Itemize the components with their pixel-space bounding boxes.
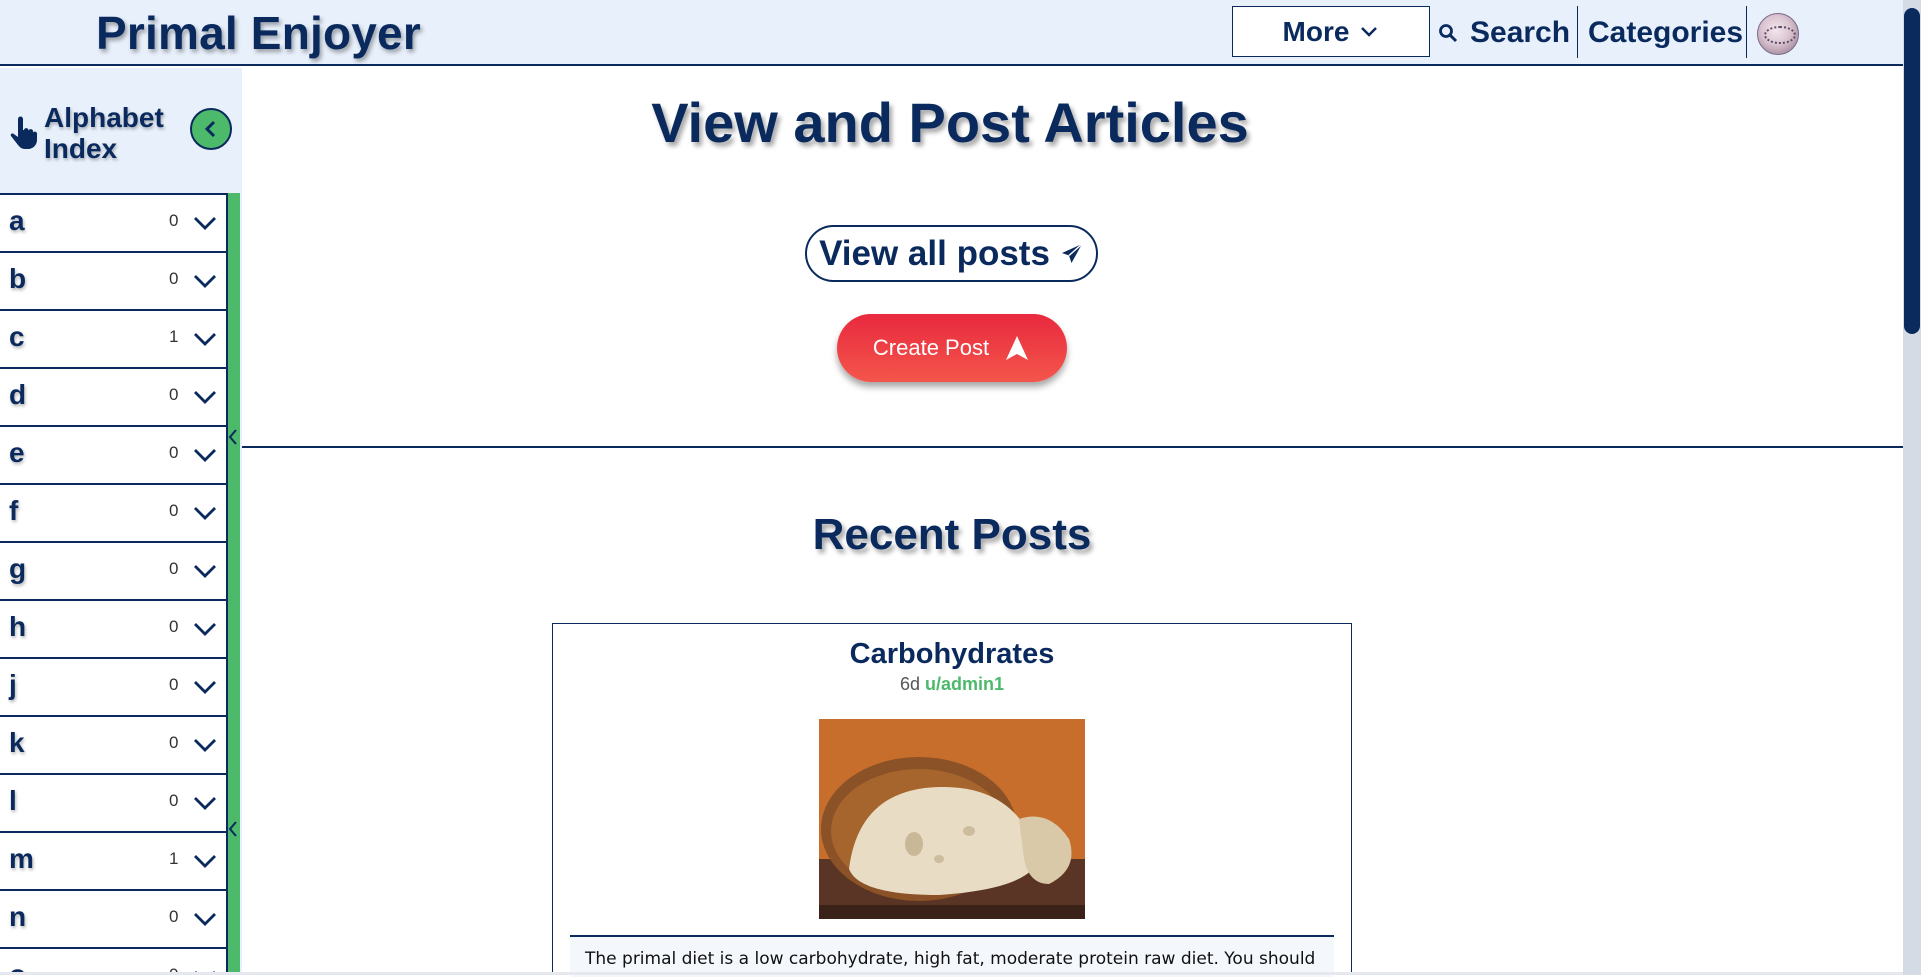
sidebar-item-letter: n: [9, 901, 27, 932]
user-avatar[interactable]: [1757, 13, 1799, 55]
sidebar-item-letter: a: [9, 205, 25, 236]
collapse-sidebar-button[interactable]: [190, 108, 232, 150]
sidebar-item-a[interactable]: a0: [0, 193, 226, 251]
sidebar-item-f[interactable]: f0: [0, 483, 226, 541]
sidebar-item-letter: d: [9, 379, 27, 410]
recent-posts-heading: Recent Posts: [812, 510, 1092, 559]
more-dropdown-button[interactable]: More: [1232, 6, 1430, 57]
bread-image: [819, 719, 1085, 919]
sidebar-item-letter: h: [9, 611, 27, 642]
sidebar-item-count: 0: [169, 559, 179, 578]
hand-pointer-icon: [10, 116, 37, 149]
sidebar-item-o[interactable]: o0: [0, 947, 226, 975]
sidebar-item-k[interactable]: k0: [0, 715, 226, 773]
chevron-left-icon[interactable]: [227, 428, 239, 446]
chevron-down-icon[interactable]: [192, 619, 218, 639]
post-age: 6d: [899, 674, 920, 694]
create-post-label: Create Post: [872, 335, 990, 360]
nav-divider: [1577, 6, 1578, 58]
post-card[interactable]: Carbohydrates 6d u/admin1 The primal die…: [552, 623, 1352, 977]
sidebar-item-letter: g: [9, 553, 27, 584]
chevron-left-icon: [204, 120, 216, 138]
chevron-down-icon[interactable]: [192, 329, 218, 349]
sidebar-item-e[interactable]: e0: [0, 425, 226, 483]
post-title[interactable]: Carbohydrates: [553, 638, 1351, 671]
post-meta: 6d u/admin1: [553, 674, 1351, 695]
sidebar-item-l[interactable]: l0: [0, 773, 226, 831]
post-thumbnail-image[interactable]: [819, 719, 1085, 919]
sidebar-item-n[interactable]: n0: [0, 889, 226, 947]
search-icon: [1439, 24, 1458, 43]
sidebar-item-count: 1: [169, 327, 179, 346]
sidebar-item-count: 0: [169, 791, 179, 810]
sidebar-item-count: 0: [169, 907, 179, 926]
site-brand[interactable]: Primal Enjoyer: [96, 6, 421, 60]
sidebar-item-count: 0: [169, 617, 179, 636]
sidebar-item-count: 0: [169, 269, 179, 288]
alphabet-sidebar: Alphabet Index a0b0c1d0e0f0g0h0j0k0l0m1n…: [0, 68, 242, 975]
chevron-down-icon[interactable]: [192, 387, 218, 407]
sidebar-item-g[interactable]: g0: [0, 541, 226, 599]
sidebar-item-count: 0: [169, 385, 179, 404]
sidebar-item-count: 0: [169, 733, 179, 752]
nav-divider: [1746, 6, 1747, 58]
top-nav-bar: Primal Enjoyer More Search Categories: [0, 0, 1903, 66]
categories-link[interactable]: Categories: [1588, 10, 1743, 56]
sidebar-item-j[interactable]: j0: [0, 657, 226, 715]
post-excerpt-box: The primal diet is a low carbohydrate, h…: [570, 937, 1334, 977]
chevron-down-icon[interactable]: [192, 445, 218, 465]
chevron-down-icon[interactable]: [192, 851, 218, 871]
create-post-button[interactable]: Create Post: [837, 314, 1067, 382]
sidebar-item-count: 0: [169, 211, 179, 230]
chevron-down-icon[interactable]: [192, 735, 218, 755]
sidebar-item-letter: l: [9, 785, 17, 816]
sidebar-header: Alphabet Index: [0, 68, 242, 193]
alphabet-list: a0b0c1d0e0f0g0h0j0k0l0m1n0o0: [0, 193, 226, 975]
sidebar-item-count: 0: [169, 443, 179, 462]
sidebar-item-letter: k: [9, 727, 25, 758]
chevron-down-icon[interactable]: [192, 213, 218, 233]
scrollbar-thumb[interactable]: [1904, 8, 1920, 334]
chevron-down-icon[interactable]: [192, 677, 218, 697]
navigation-arrow-icon: [1006, 336, 1029, 360]
more-label: More: [1282, 15, 1350, 47]
view-all-label: View all posts: [819, 233, 1050, 273]
chevron-left-icon[interactable]: [227, 820, 239, 838]
sidebar-item-b[interactable]: b0: [0, 251, 226, 309]
post-author-link[interactable]: u/admin1: [925, 674, 1004, 694]
sidebar-item-d[interactable]: d0: [0, 367, 226, 425]
section-divider: [242, 446, 1903, 448]
sidebar-title: Alphabet Index: [44, 102, 164, 164]
post-excerpt: The primal diet is a low carbohydrate, h…: [585, 949, 1316, 969]
view-all-posts-button[interactable]: View all posts: [805, 225, 1098, 282]
sidebar-item-letter: j: [9, 669, 17, 700]
chevron-down-icon: [1361, 26, 1378, 37]
sidebar-item-letter: f: [9, 495, 19, 526]
sidebar-item-letter: e: [9, 437, 25, 468]
search-label: Search: [1470, 16, 1571, 49]
search-link[interactable]: Search: [1438, 10, 1570, 56]
sidebar-item-letter: m: [9, 843, 34, 874]
page-title: View and Post Articles: [651, 91, 1249, 154]
sidebar-item-h[interactable]: h0: [0, 599, 226, 657]
chevron-down-icon[interactable]: [192, 793, 218, 813]
chevron-down-icon[interactable]: [192, 271, 218, 291]
sidebar-item-c[interactable]: c1: [0, 309, 226, 367]
sidebar-item-count: 0: [169, 501, 179, 520]
chevron-down-icon[interactable]: [192, 561, 218, 581]
paper-plane-icon: [1061, 242, 1083, 263]
chevron-down-icon[interactable]: [192, 909, 218, 929]
sidebar-resize-rail[interactable]: [226, 193, 240, 975]
sidebar-item-letter: c: [9, 321, 25, 352]
sidebar-item-letter: b: [9, 263, 27, 294]
sidebar-item-count: 0: [169, 675, 179, 694]
sidebar-item-m[interactable]: m1: [0, 831, 226, 889]
sidebar-item-count: 1: [169, 849, 179, 868]
chevron-down-icon[interactable]: [192, 503, 218, 523]
